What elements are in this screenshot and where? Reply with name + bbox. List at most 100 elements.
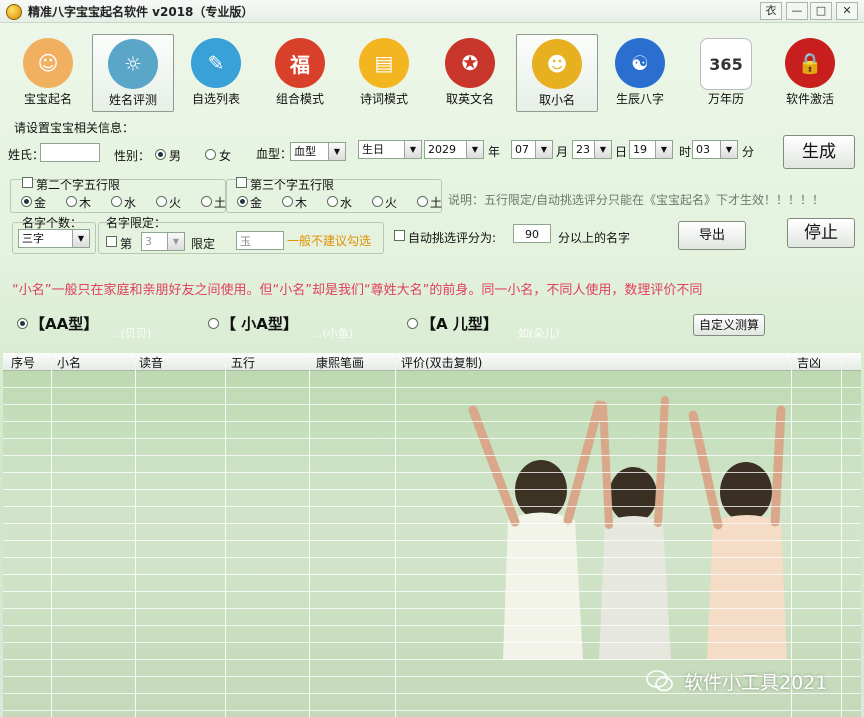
third-char-element-radio[interactable]	[282, 196, 293, 207]
toolbar-item-3[interactable]: 福组合模式	[260, 34, 340, 110]
grid-column-line	[841, 353, 842, 717]
grid-row-line	[3, 625, 861, 626]
third-char-limit-checkbox[interactable]	[236, 177, 247, 188]
toolbar-item-9[interactable]: 🔒 软件激活	[770, 34, 850, 110]
year-select[interactable]: 2029 ▼	[424, 140, 484, 159]
toolbar-item-label: 诗词模式	[359, 92, 408, 106]
limit-nth-select[interactable]: 3 ▼	[141, 232, 185, 251]
col-index[interactable]: 序号	[11, 354, 35, 371]
results-table[interactable]: 序号 小名 读音 五行 康熙笔画 评价(双击复制) 吉凶	[3, 353, 861, 717]
day-label: 日	[615, 145, 628, 159]
day-select-value: 23	[576, 143, 590, 156]
second-char-element-radio[interactable]	[66, 196, 77, 207]
year-label: 年	[488, 145, 501, 159]
birthday-select[interactable]: 生日 ▼	[358, 140, 422, 159]
stop-button[interactable]: 停止	[787, 218, 855, 248]
maximize-button[interactable]: □	[810, 2, 832, 20]
type-aer-radio[interactable]	[407, 318, 418, 329]
type-xa-title: 【 小A型】	[221, 315, 298, 333]
app-window: 精准八字宝宝起名软件 v2018（专业版） 衣 — □ ✕ ☺ 宝宝起名 ☼ 姓名评测…	[0, 0, 864, 717]
grid-column-line	[309, 353, 310, 717]
chevron-down-icon: ▼	[594, 141, 611, 158]
note-text: 说明：五行限定/自动挑选评分只能在《宝宝起名》下才生效！！！！！	[448, 193, 825, 207]
skin-button[interactable]: 衣	[760, 2, 782, 20]
gender-label: 性别：	[114, 149, 151, 163]
auto-score-checkbox[interactable]	[394, 230, 405, 241]
toolbar-item-6[interactable]: ☻ 取小名	[516, 34, 598, 112]
month-select[interactable]: 07 ▼	[511, 140, 553, 159]
generate-button[interactable]: 生成	[783, 135, 855, 169]
second-char-limit-label: 第二个字五行限	[36, 178, 121, 192]
third-char-element-radio[interactable]	[237, 196, 248, 207]
second-char-element-radio[interactable]	[21, 196, 32, 207]
auto-score-input[interactable]: 90	[513, 224, 551, 243]
minimize-button[interactable]: —	[786, 2, 808, 20]
grid-row-line	[3, 523, 861, 524]
toolbar-item-1[interactable]: ☼ 姓名评测	[92, 34, 174, 112]
grid-row-line	[3, 489, 861, 490]
hour-select[interactable]: 19 ▼	[629, 140, 673, 159]
blood-select[interactable]: 血型 ▼	[290, 142, 346, 161]
toolbar-item-4[interactable]: ▤ 诗词模式	[344, 34, 424, 110]
gender-female-radio[interactable]	[205, 149, 216, 160]
grid-row-line	[3, 506, 861, 507]
toolbar-icon: ▤	[359, 38, 409, 88]
toolbar-item-2[interactable]: ✎ 自选列表	[176, 34, 256, 110]
third-char-element-label: 火	[385, 196, 398, 210]
col-fortune[interactable]: 吉凶	[797, 354, 821, 371]
second-char-element-radio[interactable]	[111, 196, 122, 207]
name-count-select[interactable]: 三字 ▼	[18, 229, 90, 248]
third-char-element-label: 土	[430, 196, 443, 210]
col-evaluation[interactable]: 评价(双击复制)	[401, 354, 482, 371]
blood-select-value: 血型	[294, 145, 316, 158]
third-char-limit-label: 第三个字五行限	[250, 178, 335, 192]
limit-label: 限定	[191, 237, 216, 251]
grid-column-line	[51, 353, 52, 717]
third-char-element-radio[interactable]	[327, 196, 338, 207]
second-char-element-radio[interactable]	[156, 196, 167, 207]
name-limit-checkbox[interactable]	[106, 236, 117, 247]
close-button[interactable]: ✕	[836, 2, 858, 20]
month-label: 月	[556, 145, 569, 159]
type-aa-radio[interactable]	[17, 318, 28, 329]
toolbar-icon: 365	[700, 38, 752, 90]
name-count-value: 三字	[22, 232, 44, 245]
toolbar-item-5[interactable]: ✪ 取英文名	[430, 34, 510, 110]
col-pronunciation[interactable]: 读音	[139, 354, 163, 371]
col-nickname[interactable]: 小名	[57, 354, 81, 371]
grid-column-line	[135, 353, 136, 717]
toolbar-icon: ☯	[615, 38, 665, 88]
grid-row-line	[3, 608, 861, 609]
surname-input[interactable]	[40, 143, 100, 162]
chevron-down-icon: ▼	[404, 141, 421, 158]
toolbar-item-7[interactable]: ☯ 生辰八字	[600, 34, 680, 110]
background-photo	[3, 370, 861, 717]
year-select-value: 2029	[428, 143, 456, 156]
third-char-element-radio[interactable]	[417, 196, 428, 207]
limit-char-input[interactable]: 玉	[236, 231, 284, 250]
col-five-elements[interactable]: 五行	[231, 354, 255, 371]
type-aa-example: ...(贝贝)	[110, 327, 152, 340]
second-char-limit-checkbox[interactable]	[22, 177, 33, 188]
export-button[interactable]: 导出	[678, 221, 746, 250]
third-char-element-radio[interactable]	[372, 196, 383, 207]
month-select-value: 07	[515, 143, 529, 156]
limit-nth-value: 3	[145, 235, 152, 248]
toolbar-item-8[interactable]: 365 万年历	[686, 34, 766, 110]
second-char-element-label: 水	[124, 196, 137, 210]
col-kangxi-strokes[interactable]: 康熙笔画	[316, 354, 364, 371]
second-char-element-label: 火	[169, 196, 182, 210]
third-char-element-label: 水	[340, 196, 353, 210]
type-xa-radio[interactable]	[208, 318, 219, 329]
second-char-element-label: 金	[34, 196, 47, 210]
birthday-select-value: 生日	[362, 143, 384, 156]
custom-calc-button[interactable]: 自定义测算	[693, 314, 765, 336]
toolbar-item-0[interactable]: ☺ 宝宝起名	[8, 34, 88, 110]
auto-score-label: 自动挑选评分为:	[408, 231, 497, 245]
second-char-element-radio[interactable]	[201, 196, 212, 207]
gender-male-radio[interactable]	[155, 149, 166, 160]
toolbar-icon: 🔒	[785, 38, 835, 88]
day-select[interactable]: 23 ▼	[572, 140, 612, 159]
chevron-down-icon: ▼	[720, 141, 737, 158]
minute-select[interactable]: 03 ▼	[692, 140, 738, 159]
